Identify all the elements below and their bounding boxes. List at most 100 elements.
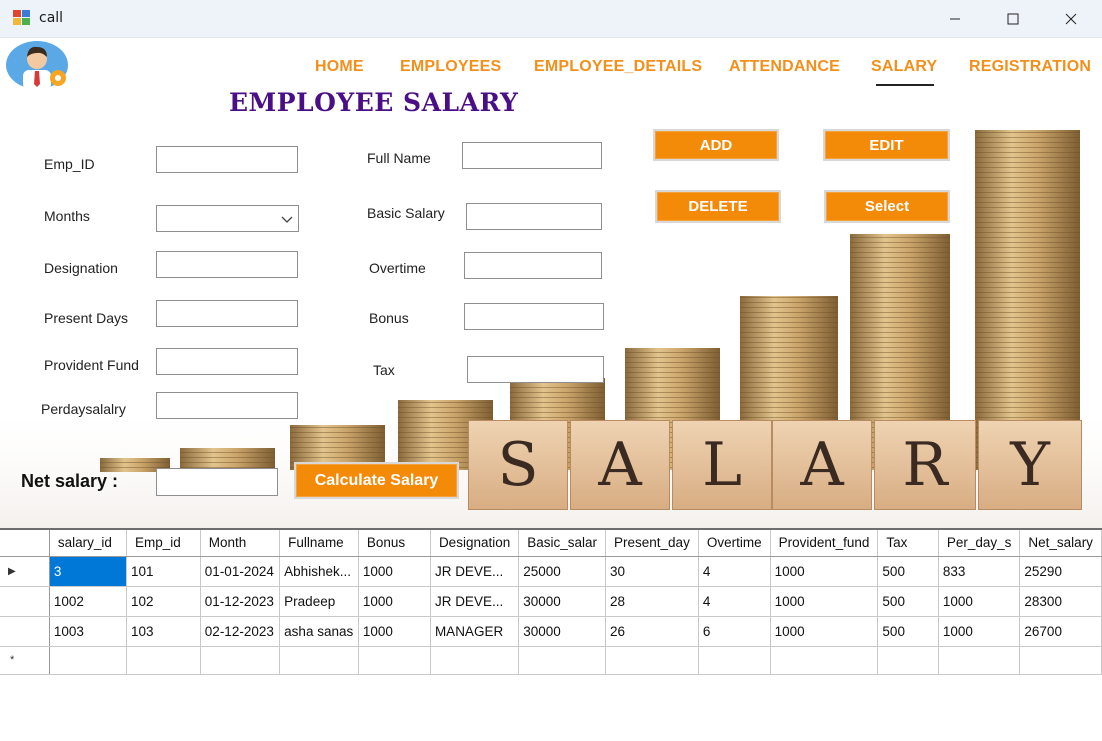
table-cell[interactable] [770, 646, 879, 675]
nav-registration[interactable]: REGISTRATION [969, 58, 1091, 76]
table-cell[interactable]: 102 [126, 586, 201, 617]
full-name-input[interactable] [462, 142, 602, 169]
table-cell[interactable] [126, 646, 201, 675]
table-cell[interactable]: 1000 [770, 616, 879, 647]
table-cell[interactable]: 28300 [1019, 586, 1102, 617]
column-header[interactable]: Basic_salar [518, 530, 607, 557]
column-header[interactable]: Month [200, 530, 281, 557]
new-row-indicator[interactable]: * [0, 646, 50, 675]
table-cell[interactable]: Abhishek... [279, 556, 359, 587]
emp-id-input[interactable] [156, 146, 298, 173]
current-row-indicator[interactable]: ▶ [0, 556, 50, 587]
table-cell[interactable]: 01-01-2024 [200, 556, 281, 587]
table-cell[interactable]: 833 [938, 556, 1021, 587]
table-cell[interactable]: 1000 [938, 586, 1021, 617]
designation-input[interactable] [156, 251, 298, 278]
nav-employees[interactable]: EMPLOYEES [400, 58, 501, 76]
table-cell[interactable]: JR DEVE... [430, 586, 520, 617]
table-row[interactable]: 1003 103 02-12-2023 asha sanas 1000 MANA… [0, 616, 1102, 647]
table-cell[interactable] [279, 646, 359, 675]
table-cell[interactable]: 30 [605, 556, 699, 587]
column-header[interactable]: Emp_id [126, 530, 201, 557]
nav-salary[interactable]: SALARY [871, 58, 937, 76]
table-cell[interactable]: 25290 [1019, 556, 1102, 587]
table-cell[interactable]: 500 [877, 616, 939, 647]
column-header[interactable]: salary_id [49, 530, 128, 557]
table-row[interactable]: ▶ 3 101 01-01-2024 Abhishek... 1000 JR D… [0, 556, 1102, 587]
nav-employee-details[interactable]: EMPLOYEE_DETAILS [534, 58, 702, 76]
table-cell[interactable]: 30000 [518, 586, 607, 617]
table-cell[interactable]: 6 [698, 616, 771, 647]
maximize-icon[interactable] [984, 0, 1042, 38]
close-icon[interactable] [1042, 0, 1100, 38]
table-cell[interactable]: 1002 [49, 586, 128, 617]
column-header[interactable]: Overtime [698, 530, 771, 557]
table-cell[interactable]: 28 [605, 586, 699, 617]
column-header[interactable]: Net_salary [1019, 530, 1102, 557]
bonus-input[interactable] [464, 303, 604, 330]
table-cell[interactable]: 500 [877, 556, 939, 587]
present-days-input[interactable] [156, 300, 298, 327]
nav-attendance[interactable]: ATTENDANCE [729, 58, 840, 76]
table-cell[interactable] [877, 646, 939, 675]
table-cell[interactable] [200, 646, 281, 675]
table-cell[interactable]: MANAGER [430, 616, 520, 647]
column-header[interactable]: Present_day [605, 530, 699, 557]
table-cell[interactable]: 101 [126, 556, 201, 587]
overtime-input[interactable] [464, 252, 602, 279]
table-cell[interactable]: asha sanas [279, 616, 359, 647]
table-cell[interactable]: 02-12-2023 [200, 616, 281, 647]
column-header[interactable]: Bonus [358, 530, 431, 557]
table-cell[interactable] [938, 646, 1021, 675]
table-cell[interactable] [698, 646, 771, 675]
table-cell[interactable]: 25000 [518, 556, 607, 587]
net-salary-input[interactable] [156, 468, 278, 496]
table-cell[interactable]: 26700 [1019, 616, 1102, 647]
table-cell[interactable]: 1000 [358, 586, 431, 617]
table-cell[interactable]: Pradeep [279, 586, 359, 617]
table-cell[interactable]: 1000 [358, 556, 431, 587]
table-cell[interactable]: 1000 [938, 616, 1021, 647]
column-header[interactable]: Per_day_s [938, 530, 1021, 557]
table-cell[interactable] [518, 646, 607, 675]
column-header[interactable]: Tax [877, 530, 939, 557]
basic-salary-input[interactable] [466, 203, 602, 230]
table-cell[interactable]: 26 [605, 616, 699, 647]
select-button[interactable]: Select [824, 190, 950, 223]
table-row[interactable]: 1002 102 01-12-2023 Pradeep 1000 JR DEVE… [0, 586, 1102, 617]
table-cell[interactable]: 1000 [358, 616, 431, 647]
add-button[interactable]: ADD [653, 129, 779, 161]
table-cell[interactable] [605, 646, 699, 675]
new-row[interactable]: * [0, 646, 1102, 675]
table-cell[interactable]: 103 [126, 616, 201, 647]
table-cell[interactable]: 01-12-2023 [200, 586, 281, 617]
table-cell[interactable] [358, 646, 431, 675]
table-cell[interactable] [49, 646, 128, 675]
table-cell[interactable]: 4 [698, 556, 771, 587]
provident-fund-input[interactable] [156, 348, 298, 375]
column-header[interactable]: Designation [430, 530, 520, 557]
table-cell[interactable]: 1003 [49, 616, 128, 647]
column-header[interactable]: Provident_fund [770, 530, 879, 557]
delete-button[interactable]: DELETE [655, 190, 781, 223]
column-header[interactable]: Fullname [279, 530, 359, 557]
table-cell[interactable] [1019, 646, 1102, 675]
salary-grid[interactable]: salary_id Emp_id Month Fullname Bonus De… [0, 528, 1102, 741]
table-cell[interactable]: 1000 [770, 586, 879, 617]
table-cell[interactable] [430, 646, 520, 675]
table-cell[interactable]: 1000 [770, 556, 879, 587]
table-cell[interactable]: 4 [698, 586, 771, 617]
nav-home[interactable]: HOME [315, 58, 364, 76]
months-select[interactable] [156, 205, 299, 232]
table-cell[interactable]: 30000 [518, 616, 607, 647]
calculate-salary-button[interactable]: Calculate Salary [294, 462, 459, 499]
row-header[interactable] [0, 616, 50, 647]
table-cell[interactable]: 500 [877, 586, 939, 617]
perdaysalary-input[interactable] [156, 392, 298, 419]
table-cell[interactable]: JR DEVE... [430, 556, 520, 587]
table-cell[interactable]: 3 [49, 556, 128, 587]
edit-button[interactable]: EDIT [823, 129, 950, 161]
tax-input[interactable] [467, 356, 604, 383]
minimize-icon[interactable] [926, 0, 984, 38]
row-header[interactable] [0, 586, 50, 617]
